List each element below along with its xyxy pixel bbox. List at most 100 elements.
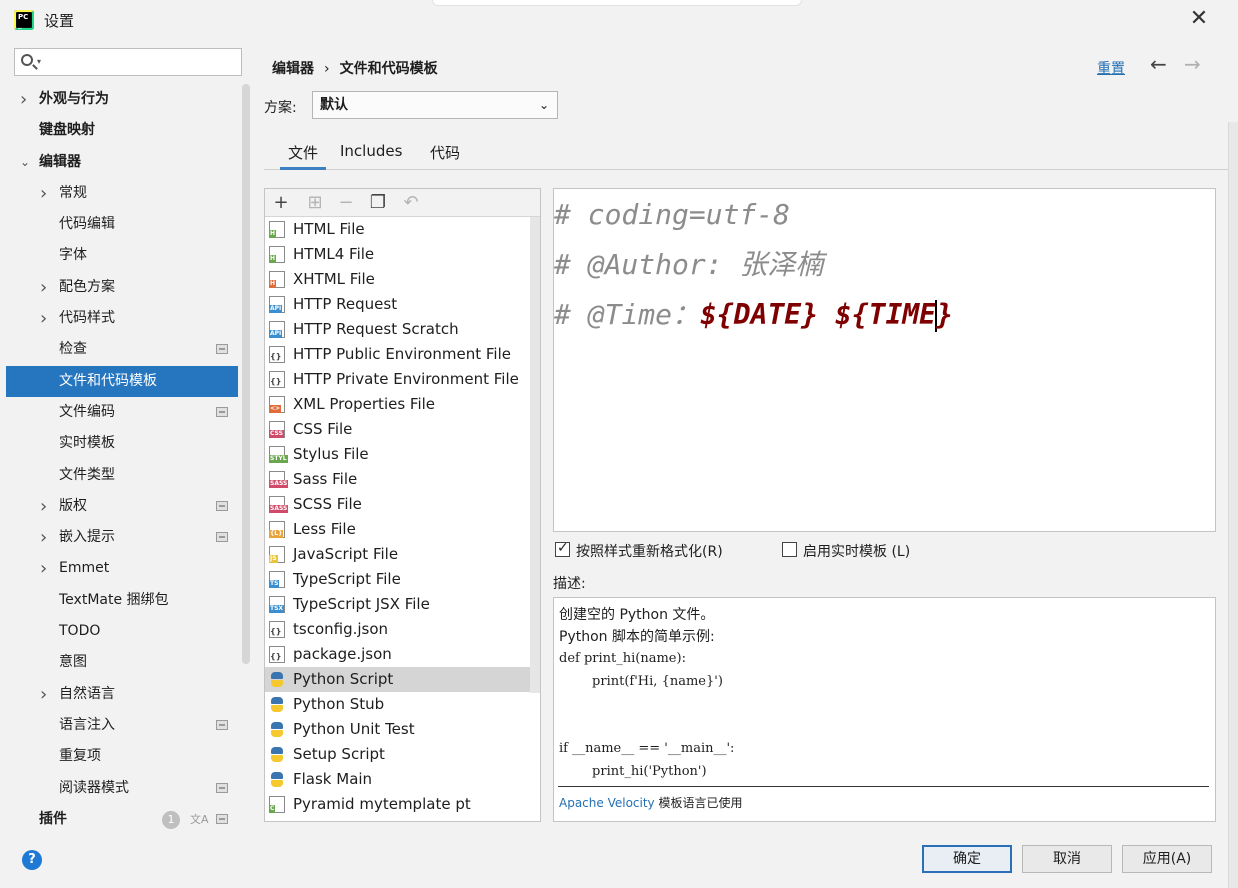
sidebar-item-label: 键盘映射 — [39, 122, 95, 139]
sidebar-item[interactable]: › 自然语言 — [6, 679, 238, 710]
sidebar-item[interactable]: › 常规 — [6, 178, 238, 209]
chevron-right-icon[interactable]: › — [40, 522, 47, 553]
python-file-icon — [269, 671, 285, 688]
chevron-right-icon[interactable]: › — [40, 178, 47, 209]
template-list-item[interactable]: Python Script — [265, 667, 530, 692]
template-list-item[interactable]: API HTTP Request — [265, 292, 530, 317]
tab-includes[interactable]: Includes — [340, 142, 402, 170]
sidebar-item[interactable]: › 外观与行为 — [6, 84, 238, 115]
reformat-checkbox[interactable]: 按照样式重新格式化(R) — [555, 540, 723, 561]
sidebar-item[interactable]: 代码编辑 — [6, 209, 238, 240]
ok-button[interactable]: 确定 — [922, 845, 1012, 873]
breadcrumb-item-editor[interactable]: 编辑器 — [272, 61, 314, 77]
checkbox-unchecked-icon[interactable] — [782, 542, 797, 557]
tab-code[interactable]: 代码 — [430, 142, 460, 170]
sidebar-item[interactable]: › Emmet — [6, 553, 238, 584]
template-list-item[interactable]: {} package.json — [265, 642, 530, 667]
tab-files[interactable]: 文件 — [280, 142, 326, 170]
sidebar-item[interactable]: TextMate 捆绑包 — [6, 585, 238, 616]
template-list-scrollbar[interactable] — [530, 217, 540, 693]
window-right-edge — [1228, 122, 1238, 888]
template-list-item[interactable]: H HTML File — [265, 217, 530, 242]
reset-link[interactable]: 重置 — [1097, 58, 1125, 78]
template-list-item[interactable]: CSS CSS File — [265, 417, 530, 442]
api-file-icon: API — [269, 296, 285, 313]
sidebar-item[interactable]: 键盘映射 — [6, 115, 238, 146]
template-list-item[interactable]: API HTTP Request Scratch — [265, 317, 530, 342]
description-footer: Apache Velocity 模板语言已使用 — [559, 794, 742, 811]
add-child-icon[interactable]: ⊞ — [304, 192, 326, 214]
template-list-item[interactable]: SASS Sass File — [265, 467, 530, 492]
template-editor[interactable]: # coding=utf-8 # @Author: 张泽楠 # @Time：${… — [553, 188, 1216, 532]
chevron-right-icon[interactable]: › — [40, 303, 47, 334]
sidebar-item[interactable]: 文件和代码模板 — [6, 365, 238, 397]
template-list-item[interactable]: Setup Script — [265, 742, 530, 767]
sidebar-item[interactable]: 字体 — [6, 240, 238, 271]
sidebar-item[interactable]: 文件类型 — [6, 460, 238, 491]
template-list-item[interactable]: SASS SCSS File — [265, 492, 530, 517]
template-list-item[interactable]: Python Stub — [265, 692, 530, 717]
template-list-item[interactable]: TS TypeScript File — [265, 567, 530, 592]
sidebar-item[interactable]: 意图 — [6, 647, 238, 678]
scheme-select[interactable]: 默认 ⌄ — [312, 91, 558, 119]
template-list: H HTML File H HTML4 File H XHTML File API HTTP … — [265, 217, 530, 817]
sidebar-item[interactable]: 插件 1 文A — [6, 804, 238, 835]
template-list-item[interactable]: Flask Main — [265, 767, 530, 792]
template-name: HTTP Public Environment File — [293, 345, 511, 363]
cancel-button[interactable]: 取消 — [1022, 845, 1112, 873]
template-list-item[interactable]: H HTML4 File — [265, 242, 530, 267]
sidebar-item-label: 代码样式 — [59, 310, 115, 327]
add-icon[interactable]: + — [270, 192, 292, 214]
template-list-item[interactable]: {} tsconfig.json — [265, 617, 530, 642]
project-level-icon — [216, 782, 228, 793]
template-list-item[interactable]: {} HTTP Private Environment File — [265, 367, 530, 392]
forward-arrow-icon[interactable]: → — [1184, 52, 1201, 76]
chevron-right-icon[interactable]: › — [20, 84, 27, 115]
sidebar-item[interactable]: 检查 — [6, 334, 238, 365]
template-list-item[interactable]: H XHTML File — [265, 267, 530, 292]
search-input[interactable]: ▾ — [14, 48, 242, 76]
remove-icon[interactable]: − — [335, 192, 357, 214]
sidebar-scrollbar[interactable] — [242, 84, 250, 664]
sidebar-item[interactable]: › 代码样式 — [6, 303, 238, 334]
template-list-item[interactable]: Python Unit Test — [265, 717, 530, 742]
chevron-right-icon[interactable]: › — [40, 553, 47, 584]
sidebar-item[interactable]: ⌄ 编辑器 — [6, 147, 238, 178]
template-list-item[interactable]: {L} Less File — [265, 517, 530, 542]
sidebar-item[interactable]: › 嵌入提示 — [6, 522, 238, 553]
settings-sidebar: ▾ › 外观与行为 键盘映射 ⌄ 编辑器 › 常规 代码编辑 字体 › 配色方案 › 代码样式 检查 文件和… — [6, 40, 250, 832]
apply-button[interactable]: 应用(A) — [1122, 845, 1212, 873]
template-list-item[interactable]: TSX TypeScript JSX File — [265, 592, 530, 617]
back-arrow-icon[interactable]: ← — [1150, 52, 1167, 76]
sidebar-item[interactable]: 阅读器模式 — [6, 773, 238, 804]
copy-icon[interactable]: ❐ — [367, 192, 389, 214]
sidebar-item[interactable]: 重复项 — [6, 741, 238, 772]
template-list-item[interactable]: STYL Stylus File — [265, 442, 530, 467]
template-list-item[interactable]: JS JavaScript File — [265, 542, 530, 567]
undo-icon[interactable]: ↶ — [400, 192, 422, 214]
template-list-item[interactable]: <> XML Properties File — [265, 392, 530, 417]
template-list-item[interactable]: {} HTTP Public Environment File — [265, 342, 530, 367]
help-icon[interactable]: ? — [22, 850, 42, 870]
sidebar-item[interactable]: › 配色方案 — [6, 272, 238, 303]
chevron-right-icon[interactable]: › — [40, 491, 47, 522]
json-file-icon: {} — [269, 346, 285, 363]
sidebar-item-label: TODO — [59, 623, 101, 640]
less-file-icon: {L} — [269, 521, 285, 538]
sidebar-item[interactable]: TODO — [6, 616, 238, 647]
sidebar-item[interactable]: 实时模板 — [6, 428, 238, 459]
live-templates-checkbox[interactable]: 启用实时模板 (L) — [782, 541, 910, 561]
sidebar-item[interactable]: 文件编码 — [6, 397, 238, 428]
sidebar-item[interactable]: › 版权 — [6, 491, 238, 522]
close-icon[interactable]: ✕ — [1188, 8, 1210, 30]
chevron-right-icon[interactable]: › — [40, 679, 47, 710]
sidebar-item[interactable]: 语言注入 — [6, 710, 238, 741]
search-options-caret-icon[interactable]: ▾ — [37, 57, 41, 66]
sidebar-item-label: 文件类型 — [59, 466, 115, 483]
chevron-right-icon[interactable]: › — [40, 272, 47, 303]
checkbox-checked-icon[interactable] — [555, 540, 570, 557]
template-list-item[interactable]: C Pyramid mytemplate pt — [265, 792, 530, 817]
apache-velocity-link[interactable]: Apache Velocity — [559, 796, 655, 810]
project-level-icon — [216, 406, 228, 417]
chevron-down-icon[interactable]: ⌄ — [20, 147, 30, 178]
